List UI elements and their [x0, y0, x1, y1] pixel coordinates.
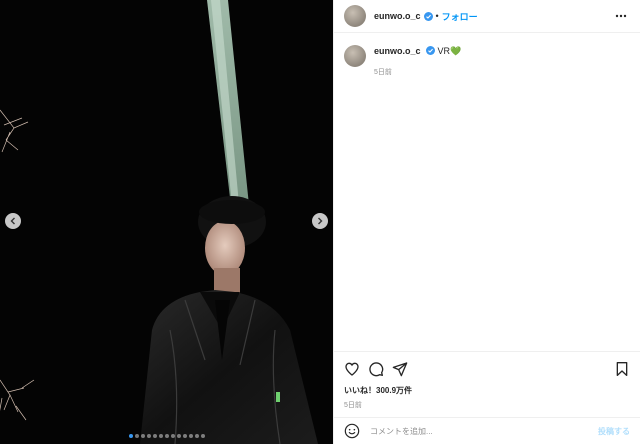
post-modal: eunwo.o_c • フォロー eunwo.o_c VR💚 5日前 いいね！3…	[0, 0, 640, 444]
avatar[interactable]	[344, 5, 366, 27]
post-header: eunwo.o_c • フォロー	[334, 0, 640, 33]
caption-timestamp: 5日前	[374, 69, 392, 76]
caption-username[interactable]: eunwo.o_c	[374, 46, 421, 56]
carousel-dot	[146, 434, 151, 438]
carousel-dot	[128, 434, 133, 438]
post-timestamp[interactable]: 5日前	[334, 397, 640, 417]
comment-form: 投稿する	[334, 417, 640, 444]
share-icon[interactable]	[392, 361, 408, 377]
carousel-next-button[interactable]	[312, 213, 328, 229]
carousel-dot	[170, 434, 175, 438]
carousel-dot	[176, 434, 181, 438]
carousel-dot	[164, 434, 169, 438]
chevron-left-icon	[10, 217, 15, 225]
emoji-icon[interactable]	[344, 423, 360, 439]
carousel-prev-button[interactable]	[5, 213, 21, 229]
post-sidebar: eunwo.o_c • フォロー eunwo.o_c VR💚 5日前 いいね！3…	[333, 0, 640, 444]
carousel-dot	[188, 434, 193, 438]
action-bar	[334, 351, 640, 385]
more-options-icon[interactable]	[614, 9, 628, 23]
carousel-dot	[140, 434, 145, 438]
post-comment-button[interactable]: 投稿する	[598, 426, 630, 437]
caption-body: VR	[437, 46, 451, 56]
verified-badge-icon	[426, 46, 436, 55]
like-count[interactable]: いいね！300.9万件	[334, 385, 640, 397]
comments-area: eunwo.o_c VR💚 5日前	[334, 33, 640, 351]
bookmark-icon[interactable]	[614, 361, 630, 377]
green-heart-emoji: 💚	[450, 46, 462, 56]
carousel-dot	[158, 434, 163, 438]
carousel-dot	[194, 434, 199, 438]
carousel-dot	[134, 434, 139, 438]
heart-icon[interactable]	[344, 361, 360, 377]
carousel-dot	[182, 434, 187, 438]
caption-text: eunwo.o_c VR💚	[374, 45, 461, 58]
carousel-dot	[152, 434, 157, 438]
verified-badge-icon	[423, 11, 433, 21]
comment-icon[interactable]	[368, 361, 384, 377]
separator-dot: •	[435, 11, 439, 21]
carousel-dot	[200, 434, 205, 438]
post-photo	[0, 0, 333, 444]
follow-button[interactable]: フォロー	[442, 10, 478, 23]
post-media[interactable]	[0, 0, 333, 444]
caption-avatar[interactable]	[344, 45, 366, 67]
header-username[interactable]: eunwo.o_c	[374, 11, 421, 21]
carousel-indicator	[0, 434, 333, 438]
caption: eunwo.o_c VR💚	[344, 45, 630, 67]
chevron-right-icon	[318, 217, 323, 225]
comment-input[interactable]	[370, 426, 598, 436]
